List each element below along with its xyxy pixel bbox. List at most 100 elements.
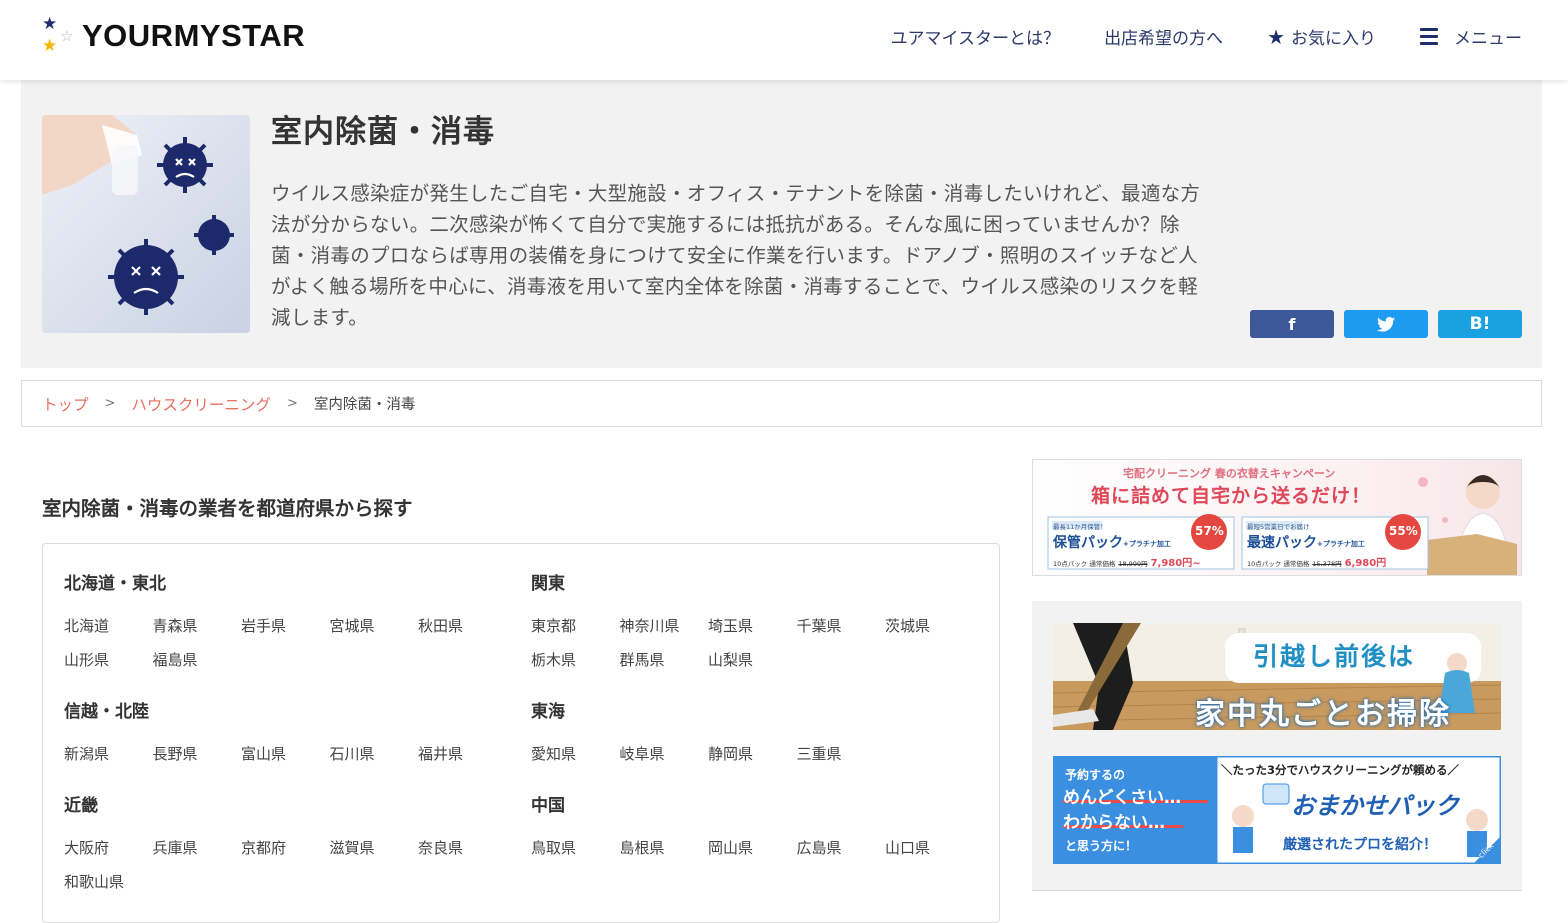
pack2-price-note: 10点パック 通常価格 xyxy=(1247,560,1310,568)
category-hero: 室内除菌・消毒 ウイルス感染症が発生したご自宅・大型施設・オフィス・テナントを除… xyxy=(21,80,1542,368)
moving-cleaning-banner[interactable]: 引越し前後は 家中丸ごとお掃除 xyxy=(1053,623,1501,730)
prefecture-link[interactable]: 茨城県 xyxy=(885,615,974,635)
pack1-sub: +プラチナ加工 xyxy=(1123,540,1171,548)
nav-for-shops-label: 出店希望の方へ xyxy=(1104,29,1224,49)
prefecture-link[interactable]: 栃木県 xyxy=(531,649,620,669)
prefecture-link[interactable]: 秋田県 xyxy=(418,615,507,635)
pack2-price-row: 10点パック 通常価格 15,378円 6,980円 xyxy=(1247,554,1386,569)
category-description: ウイルス感染症が発生したご自宅・大型施設・オフィス・テナントを除菌・消毒したいけ… xyxy=(271,182,1201,329)
pack2-discount: 55% xyxy=(1389,524,1418,538)
prefecture-grid: 大阪府 兵庫県 京都府 滋賀県 奈良県 和歌山県 xyxy=(64,837,504,891)
prefecture-link[interactable]: 静岡県 xyxy=(708,743,797,763)
hatena-bookmark-button[interactable]: B! xyxy=(1438,310,1522,338)
campaign-headline: 箱に詰めて自宅から送るだけ！ xyxy=(1091,485,1372,507)
facebook-share-button[interactable]: f xyxy=(1250,310,1334,338)
prefecture-link[interactable]: 岡山県 xyxy=(708,837,797,857)
region-chugoku: 中国 鳥取県 島根県 岡山県 広島県 山口県 xyxy=(531,791,971,857)
pack1-name: 保管パック xyxy=(1053,535,1123,551)
region-hokkaido-tohoku: 北海道・東北 北海道 青森県 岩手県 宮城県 秋田県 山形県 福島県 xyxy=(64,569,504,669)
prefecture-link[interactable]: 宮城県 xyxy=(330,615,419,635)
moving-banner-line2: 家中丸ごとお掃除 xyxy=(1195,697,1451,730)
prefecture-link[interactable]: 千葉県 xyxy=(797,615,886,635)
region-name: 中国 xyxy=(531,796,565,816)
logo-star-icon: ★ ☆ ★ xyxy=(42,14,74,56)
cleaning-campaign-banner[interactable]: 宅配クリーニング 春の衣替えキャンペーン 箱に詰めて自宅から送るだけ！ 最長11… xyxy=(1032,459,1522,576)
prefecture-link[interactable]: 東京都 xyxy=(531,615,620,635)
prefecture-link[interactable]: 奈良県 xyxy=(418,837,507,857)
twitter-icon xyxy=(1377,316,1395,332)
prefecture-link[interactable]: 山口県 xyxy=(885,837,974,857)
region-kinki: 近畿 大阪府 兵庫県 京都府 滋賀県 奈良県 和歌山県 xyxy=(64,791,504,891)
prefecture-link[interactable]: 岩手県 xyxy=(241,615,330,635)
prefecture-link[interactable]: 埼玉県 xyxy=(708,615,797,635)
favorite-star-icon: ★ xyxy=(1267,24,1285,49)
prefecture-grid: 東京都 神奈川県 埼玉県 千葉県 茨城県 栃木県 群馬県 山梨県 xyxy=(531,615,971,669)
prefecture-link[interactable]: 三重県 xyxy=(797,743,886,763)
prefecture-search-title: 室内除菌・消毒の業者を都道府県から探す xyxy=(42,497,413,520)
prefecture-grid: 愛知県 岐阜県 静岡県 三重県 xyxy=(531,743,971,763)
nav-menu[interactable]: メニュー xyxy=(1420,24,1522,49)
nav-favorites[interactable]: ★ お気に入り xyxy=(1267,24,1376,50)
breadcrumb-house-cleaning[interactable]: ハウスクリーニング xyxy=(131,393,271,415)
prefecture-link[interactable]: 島根県 xyxy=(620,837,709,857)
omakase-right-title: おまかせパック xyxy=(1291,792,1459,820)
breadcrumb-separator: > xyxy=(286,396,298,411)
breadcrumb-top[interactable]: トップ xyxy=(42,393,89,415)
prefecture-link[interactable]: 新潟県 xyxy=(64,743,153,763)
prefecture-link[interactable]: 富山県 xyxy=(241,743,330,763)
logo-text: YOURMYSTAR xyxy=(82,18,306,53)
region-name: 北海道・東北 xyxy=(64,574,166,594)
prefecture-link[interactable]: 広島県 xyxy=(797,837,886,857)
prefecture-link[interactable]: 山形県 xyxy=(64,649,153,669)
region-shinetsu-hokuriku: 信越・北陸 新潟県 長野県 富山県 石川県 福井県 xyxy=(64,697,504,763)
prefecture-link[interactable]: 岐阜県 xyxy=(620,743,709,763)
prefecture-link[interactable]: 京都府 xyxy=(241,837,330,857)
prefecture-link[interactable]: 群馬県 xyxy=(620,649,709,669)
hamburger-icon xyxy=(1420,28,1438,45)
omakase-right-top: ＼たった3分でハウスクリーニングが頼める／ xyxy=(1221,763,1459,777)
nav-favorites-label: お気に入り xyxy=(1291,29,1376,49)
prefecture-link[interactable]: 長野県 xyxy=(153,743,242,763)
region-name: 近畿 xyxy=(64,796,98,816)
prefecture-link[interactable]: 兵庫県 xyxy=(153,837,242,857)
prefecture-link[interactable]: 青森県 xyxy=(153,615,242,635)
prefecture-link[interactable]: 福井県 xyxy=(418,743,507,763)
breadcrumb-current: 室内除菌・消毒 xyxy=(313,397,416,413)
region-name: 関東 xyxy=(531,574,565,594)
breadcrumb: トップ > ハウスクリーニング > 室内除菌・消毒 xyxy=(21,380,1542,427)
pack2-sub: +プラチナ加工 xyxy=(1317,540,1365,548)
pack1-discount: 57% xyxy=(1195,524,1224,538)
twitter-share-button[interactable] xyxy=(1344,310,1428,338)
breadcrumb-separator: > xyxy=(104,396,116,411)
prefecture-link[interactable]: 鳥取県 xyxy=(531,837,620,857)
nav-about-label: ユアマイスターとは？ xyxy=(890,29,1061,49)
page-title: 室内除菌・消毒 xyxy=(271,114,495,150)
prefecture-link[interactable]: 山梨県 xyxy=(708,649,797,669)
campaign-label: 宅配クリーニング 春の衣替えキャンペーン xyxy=(1123,467,1336,480)
nav-for-shops[interactable]: 出店希望の方へ xyxy=(1104,24,1223,49)
prefecture-link[interactable]: 北海道 xyxy=(64,615,153,635)
pack1-new-price: 7,980円~ xyxy=(1150,558,1201,569)
hatena-icon: B! xyxy=(1469,314,1491,334)
pack1-tag: 最長11か月保管！ xyxy=(1053,523,1107,531)
prefecture-link[interactable]: 神奈川県 xyxy=(620,615,709,635)
prefecture-link[interactable]: 福島県 xyxy=(153,649,242,669)
omakase-left-mid2: わからない… xyxy=(1063,813,1165,833)
omakase-left-mid1: めんどくさい… xyxy=(1063,788,1181,808)
prefecture-link[interactable]: 滋賀県 xyxy=(330,837,419,857)
pack1-price-row: 10点パック 通常価格 18,999円 7,980円~ xyxy=(1053,554,1201,569)
prefecture-link[interactable]: 愛知県 xyxy=(531,743,620,763)
prefecture-link[interactable]: 大阪府 xyxy=(64,837,153,857)
nav-about[interactable]: ユアマイスターとは？ xyxy=(891,24,1061,49)
pack1-old-price: 18,999円 xyxy=(1118,560,1148,568)
nav-menu-label: メニュー xyxy=(1454,29,1522,49)
omakase-right-bottom: 厳選されたプロを紹介！ xyxy=(1283,837,1437,853)
pack2-new-price: 6,980円 xyxy=(1344,558,1387,569)
omakase-left-top: 予約するの xyxy=(1065,768,1126,782)
site-logo[interactable]: ★ ☆ ★ YOURMYSTAR xyxy=(40,16,305,56)
prefecture-link[interactable]: 和歌山県 xyxy=(64,871,153,891)
omakase-pack-banner[interactable]: 予約するの めんどくさい… わからない… と思う方に！ ＼たった3分でハウスクリ… xyxy=(1053,756,1501,864)
prefecture-grid: 北海道 青森県 岩手県 宮城県 秋田県 山形県 福島県 xyxy=(64,615,504,669)
site-header: ★ ☆ ★ YOURMYSTAR ユアマイスターとは？ 出店希望の方へ ★ お気に入り… xyxy=(0,0,1568,80)
prefecture-link[interactable]: 石川県 xyxy=(330,743,419,763)
